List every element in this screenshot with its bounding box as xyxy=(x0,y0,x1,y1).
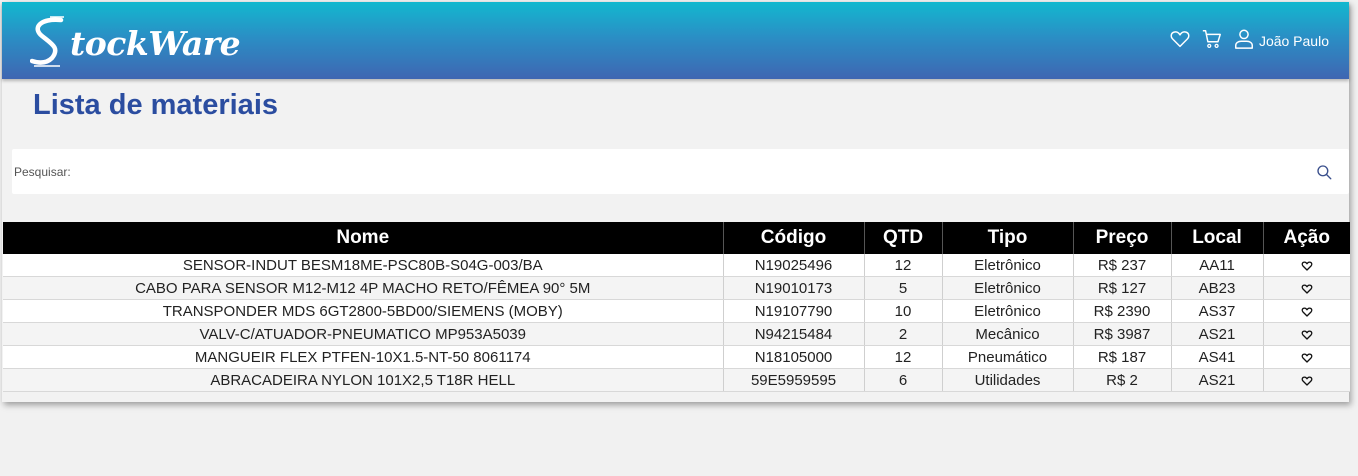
search-input[interactable] xyxy=(70,155,1315,188)
column-header-nome[interactable]: Nome xyxy=(3,222,723,254)
cell-tipo: Pneumático xyxy=(941,345,1073,369)
user-icon[interactable] xyxy=(1233,28,1255,50)
cell-nome: MANGUEIR FLEX PTFEN-10X1.5-NT-50 8061174 xyxy=(3,345,723,369)
cell-acao xyxy=(1262,322,1350,346)
logo-s-mark xyxy=(30,16,64,67)
heart-icon[interactable] xyxy=(1301,329,1313,341)
header-actions: João Paulo xyxy=(1159,28,1329,50)
column-header-local[interactable]: Local xyxy=(1170,222,1263,254)
cell-codigo: N19025496 xyxy=(722,254,864,277)
cell-local: AS37 xyxy=(1170,299,1263,323)
cell-acao xyxy=(1262,254,1350,277)
cell-codigo: N18105000 xyxy=(722,345,864,369)
column-header-qtd[interactable]: QTD xyxy=(863,222,942,254)
cell-local: AS21 xyxy=(1170,322,1263,346)
cell-codigo: 59E5959595 xyxy=(722,368,864,392)
cell-tipo: Mecânico xyxy=(941,322,1073,346)
heart-icon[interactable] xyxy=(1301,260,1313,272)
cell-qtd: 12 xyxy=(863,254,942,277)
logo-text: tockWare xyxy=(70,23,241,63)
heart-icon[interactable] xyxy=(1301,375,1313,387)
cell-preco: R$ 127 xyxy=(1072,276,1171,300)
table-row[interactable]: MANGUEIR FLEX PTFEN-10X1.5-NT-50 8061174… xyxy=(3,345,1350,369)
search-bar: Pesquisar: xyxy=(12,149,1349,194)
cell-tipo: Utilidades xyxy=(941,368,1073,392)
cell-qtd: 10 xyxy=(863,299,942,323)
user-name[interactable]: João Paulo xyxy=(1259,33,1329,49)
cell-codigo: N19010173 xyxy=(722,276,864,300)
top-header: tockWare João Paulo xyxy=(2,2,1349,79)
cell-nome: CABO PARA SENSOR M12-M12 4P MACHO RETO/F… xyxy=(3,276,723,300)
cell-local: AS41 xyxy=(1170,345,1263,369)
column-header-preco[interactable]: Preço xyxy=(1072,222,1171,254)
table-header-row: Nome Código QTD Tipo Preço Local Ação xyxy=(3,222,1350,254)
heart-icon[interactable] xyxy=(1301,283,1313,295)
column-header-acao: Ação xyxy=(1262,222,1350,254)
cart-icon[interactable] xyxy=(1201,28,1223,50)
cell-qtd: 6 xyxy=(863,368,942,392)
cell-qtd: 2 xyxy=(863,322,942,346)
cell-acao xyxy=(1262,345,1350,369)
heart-icon[interactable] xyxy=(1169,28,1191,50)
cell-nome: VALV-C/ATUADOR-PNEUMATICO MP953A5039 xyxy=(3,322,723,346)
cell-preco: R$ 187 xyxy=(1072,345,1171,369)
app-logo[interactable]: tockWare xyxy=(30,14,241,70)
cell-local: AB23 xyxy=(1170,276,1263,300)
cell-nome: TRANSPONDER MDS 6GT2800-5BD00/SIEMENS (M… xyxy=(3,299,723,323)
column-header-codigo[interactable]: Código xyxy=(722,222,864,254)
cell-tipo: Eletrônico xyxy=(941,276,1073,300)
table-row[interactable]: ABRACADEIRA NYLON 101X2,5 T18R HELL 59E5… xyxy=(3,368,1350,392)
cell-preco: R$ 237 xyxy=(1072,254,1171,277)
page-title: Lista de materiais xyxy=(33,89,278,121)
cell-preco: R$ 2 xyxy=(1072,368,1171,392)
search-label: Pesquisar: xyxy=(14,164,71,179)
search-icon[interactable] xyxy=(1315,163,1333,181)
cell-acao xyxy=(1262,299,1350,323)
materials-table: Nome Código QTD Tipo Preço Local Ação SE… xyxy=(3,222,1350,392)
cell-local: AA11 xyxy=(1170,254,1263,277)
table-row[interactable]: CABO PARA SENSOR M12-M12 4P MACHO RETO/F… xyxy=(3,276,1350,300)
cell-nome: ABRACADEIRA NYLON 101X2,5 T18R HELL xyxy=(3,368,723,392)
heart-icon[interactable] xyxy=(1301,306,1313,318)
cell-codigo: N19107790 xyxy=(722,299,864,323)
app-window: tockWare João Paulo Lista de materiais P… xyxy=(2,2,1350,402)
column-header-tipo[interactable]: Tipo xyxy=(941,222,1073,254)
cell-codigo: N94215484 xyxy=(722,322,864,346)
cell-preco: R$ 3987 xyxy=(1072,322,1171,346)
cell-acao xyxy=(1262,368,1350,392)
cell-qtd: 5 xyxy=(863,276,942,300)
cell-tipo: Eletrônico xyxy=(941,254,1073,277)
table-row[interactable]: SENSOR-INDUT BESM18ME-PSC80B-S04G-003/BA… xyxy=(3,254,1350,277)
cell-acao xyxy=(1262,276,1350,300)
cell-preco: R$ 2390 xyxy=(1072,299,1171,323)
heart-icon[interactable] xyxy=(1301,352,1313,364)
table-row[interactable]: TRANSPONDER MDS 6GT2800-5BD00/SIEMENS (M… xyxy=(3,299,1350,323)
cell-tipo: Eletrônico xyxy=(941,299,1073,323)
cell-local: AS21 xyxy=(1170,368,1263,392)
cell-nome: SENSOR-INDUT BESM18ME-PSC80B-S04G-003/BA xyxy=(3,254,723,277)
cell-qtd: 12 xyxy=(863,345,942,369)
table-row[interactable]: VALV-C/ATUADOR-PNEUMATICO MP953A5039 N94… xyxy=(3,322,1350,346)
